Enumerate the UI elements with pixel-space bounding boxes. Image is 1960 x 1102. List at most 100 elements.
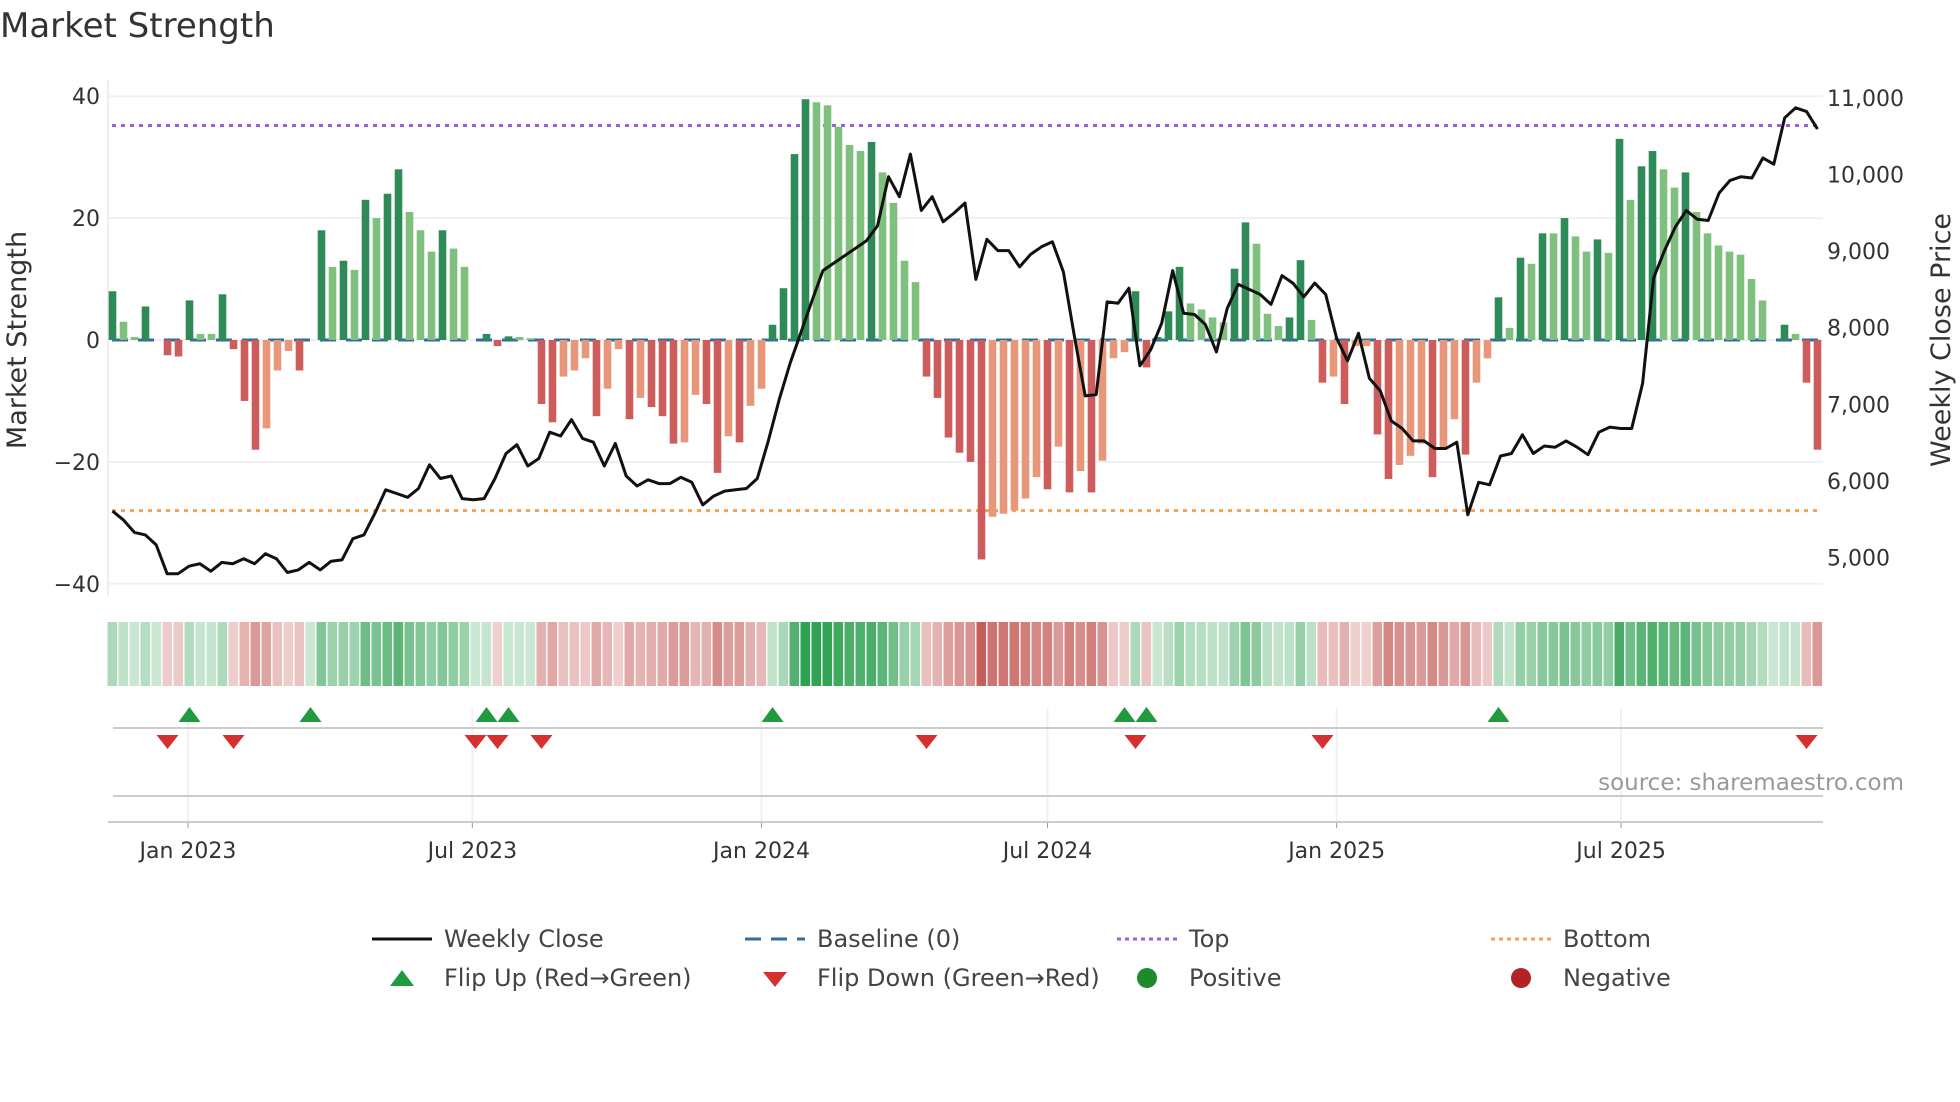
- legend-label: Negative: [1563, 964, 1671, 992]
- strength-bar: [724, 340, 733, 437]
- strength-bar: [1670, 187, 1679, 340]
- strength-heat-cell: [1812, 622, 1823, 686]
- dotted-line-icon: [1491, 937, 1551, 941]
- strength-heat-cell: [1119, 622, 1130, 686]
- strength-heat-cell: [1097, 622, 1108, 686]
- legend-label: Positive: [1189, 964, 1282, 992]
- strength-bar: [526, 338, 535, 340]
- strength-bar: [966, 340, 975, 462]
- strength-heat-cell: [1141, 622, 1152, 686]
- strength-heat-cell: [1020, 622, 1031, 686]
- strength-heat-cell: [514, 622, 525, 686]
- strength-heat-cell: [437, 622, 448, 686]
- strength-heat-cell: [1306, 622, 1317, 686]
- strength-bar: [735, 340, 744, 443]
- strength-bar: [1747, 279, 1756, 340]
- strength-heat-cell: [1152, 622, 1163, 686]
- strength-bar: [361, 199, 370, 340]
- y2-tick-label: 10,000: [1827, 163, 1904, 188]
- strength-bar: [658, 340, 667, 417]
- strength-heat-cell: [1218, 622, 1229, 686]
- strength-heat-cell: [129, 622, 140, 686]
- strength-bar: [1021, 340, 1030, 499]
- strength-bar: [1120, 340, 1129, 353]
- strength-bar: [1813, 340, 1822, 450]
- strength-heat-cell: [1647, 622, 1658, 686]
- strength-bar: [1692, 212, 1701, 340]
- strength-heat-cell: [569, 622, 580, 686]
- strength-heat-cell: [932, 622, 943, 686]
- strength-heat-cell: [217, 622, 228, 686]
- dashed-line-icon: [745, 937, 805, 941]
- strength-heat-cell: [195, 622, 206, 686]
- strength-bar: [614, 340, 623, 350]
- strength-bar: [1736, 254, 1745, 340]
- strength-bar: [515, 336, 524, 340]
- strength-bar: [922, 340, 931, 377]
- legend-item-bottom: Bottom: [1491, 925, 1651, 953]
- strength-heat-cell: [1042, 622, 1053, 686]
- strength-heat-cell: [349, 622, 360, 686]
- strength-bar: [1780, 324, 1789, 340]
- strength-heat-cell: [756, 622, 767, 686]
- strength-heat-cell: [580, 622, 591, 686]
- strength-heat-cell: [1075, 622, 1086, 686]
- strength-bar: [592, 340, 601, 417]
- strength-bar: [713, 340, 722, 473]
- strength-bar: [702, 340, 711, 404]
- strength-bar: [1296, 260, 1305, 340]
- strength-bar: [691, 340, 700, 395]
- strength-heat-cell: [998, 622, 1009, 686]
- y-tick-label: −40: [54, 573, 100, 598]
- strength-bar: [416, 230, 425, 340]
- y-tick-label: 40: [72, 85, 100, 110]
- y2-tick-label: 6,000: [1827, 470, 1890, 495]
- strength-heat-cell: [1625, 622, 1636, 686]
- strength-bar: [350, 269, 359, 340]
- strength-bar: [1703, 233, 1712, 340]
- strength-heat-cell: [239, 622, 250, 686]
- strength-heat-cell: [327, 622, 338, 686]
- strength-heat-cell: [1350, 622, 1361, 686]
- strength-bar: [1681, 172, 1690, 340]
- strength-bar: [1560, 218, 1569, 340]
- strength-bar: [1274, 325, 1283, 340]
- strength-bar: [493, 340, 502, 347]
- legend-item-baseline: Baseline (0): [745, 925, 960, 953]
- x-tick-label: Jan 2024: [711, 839, 810, 864]
- strength-heat-cell: [1548, 622, 1559, 686]
- strength-heat-cell: [107, 622, 118, 686]
- strength-bar: [812, 102, 821, 341]
- legend-item-close: Weekly Close: [372, 925, 604, 953]
- strength-bar: [240, 340, 249, 401]
- strength-bar: [823, 105, 832, 340]
- flip-up-marker: [299, 707, 322, 722]
- strength-bar: [977, 340, 986, 560]
- strength-bar: [174, 340, 183, 357]
- strength-heat-cell: [1746, 622, 1757, 686]
- y2-tick-label: 9,000: [1827, 240, 1890, 265]
- strength-heat-cell: [316, 622, 327, 686]
- strength-heat-cell: [899, 622, 910, 686]
- strength-heat-cell: [1196, 622, 1207, 686]
- strength-heat-cell: [602, 622, 613, 686]
- line-sample-icon: [372, 937, 432, 941]
- strength-bar: [438, 230, 447, 340]
- strength-bar: [911, 282, 920, 340]
- strength-heat-cell: [1031, 622, 1042, 686]
- y2-axis-label: Weekly Close Price: [1926, 213, 1957, 467]
- legend-item-negative: Negative: [1491, 964, 1671, 992]
- strength-heat-cell: [613, 622, 624, 686]
- flip-up-marker: [475, 707, 498, 722]
- strength-heat-cell: [404, 622, 415, 686]
- strength-bar: [141, 306, 150, 340]
- strength-bar: [449, 248, 458, 340]
- flip-down-marker: [1311, 735, 1334, 749]
- strength-bar: [108, 291, 117, 340]
- strength-heat-cell: [492, 622, 503, 686]
- strength-heat-cell: [481, 622, 492, 686]
- strength-bar: [1527, 263, 1536, 340]
- strength-heat-cell: [943, 622, 954, 686]
- strength-bar: [1637, 166, 1646, 340]
- strength-heat-cell: [1174, 622, 1185, 686]
